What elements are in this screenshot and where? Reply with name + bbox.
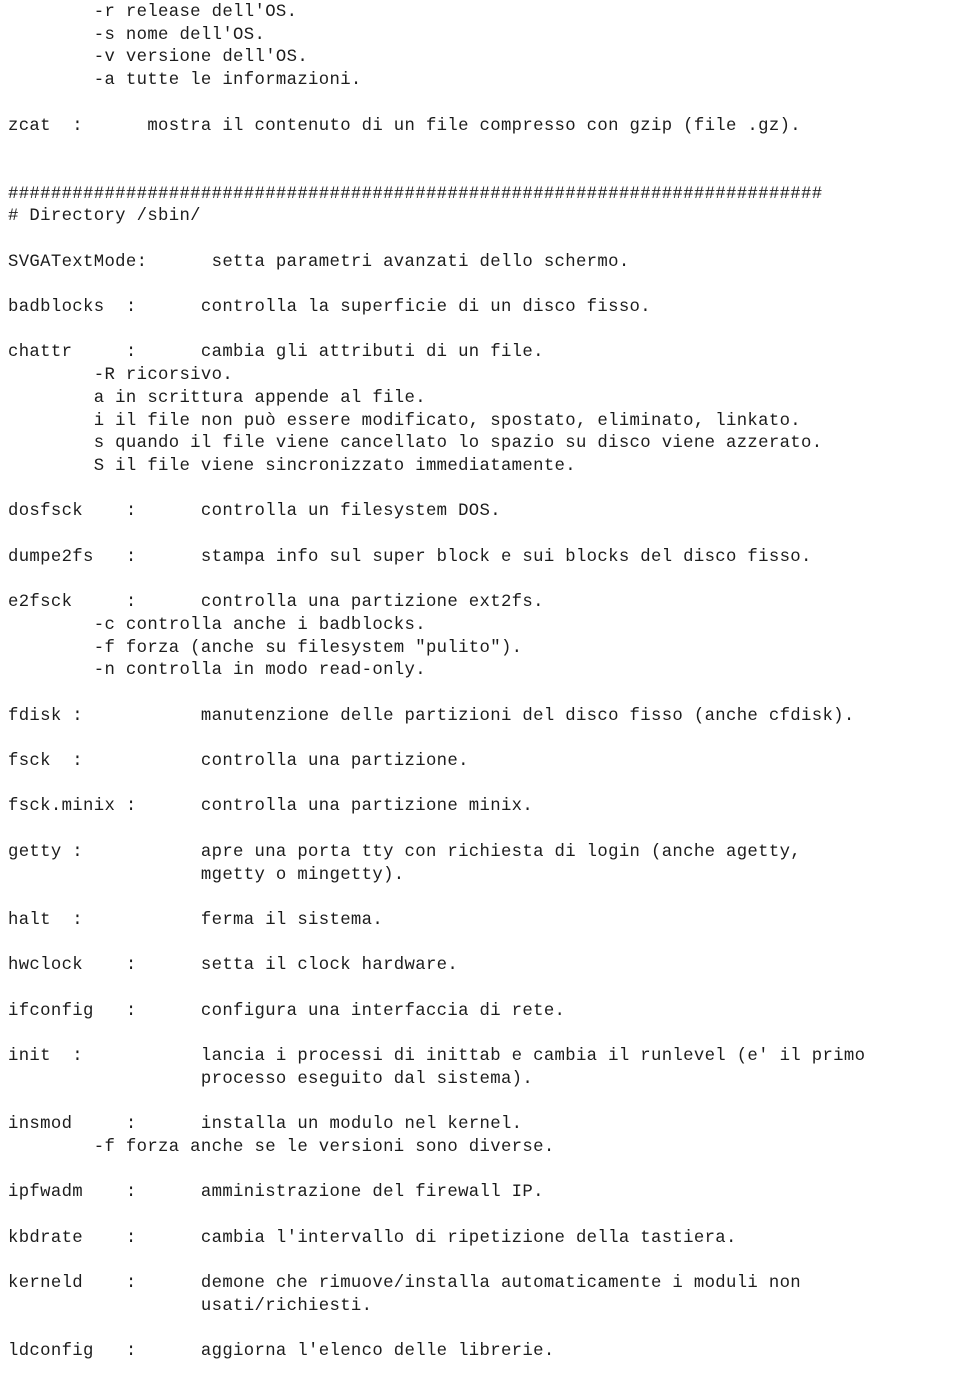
option-line: mgetty o mingetty). — [8, 865, 405, 885]
command-entry-line: insmod : installa un modulo nel kernel. — [8, 1115, 523, 1135]
command-entry-line: e2fsck : controlla una partizione ext2fs… — [8, 593, 544, 613]
command-entry-line: fdisk : manutenzione delle partizioni de… — [8, 706, 855, 726]
option-line: -s nome dell'OS. — [8, 25, 266, 45]
command-entry-line: ldconfig : aggiorna l'elenco delle libre… — [8, 1342, 555, 1362]
command-entry-line: ipfwadm : amministrazione del firewall I… — [8, 1183, 544, 1203]
command-entry-line: halt : ferma il sistema. — [8, 910, 384, 930]
option-line: -n controlla in modo read-only. — [8, 661, 426, 681]
option-line: s quando il file viene cancellato lo spa… — [8, 434, 823, 454]
command-entry-line: ifconfig : configura una interfaccia di … — [8, 1001, 566, 1021]
section-separator-rule: ########################################… — [8, 184, 823, 204]
command-entry-line: kbdrate : cambia l'intervallo di ripetiz… — [8, 1228, 737, 1248]
command-entry-line: zcat : mostra il contenuto di un file co… — [8, 116, 802, 136]
command-entry-line: kerneld : demone che rimuove/installa au… — [8, 1274, 802, 1294]
option-line: usati/richiesti. — [8, 1296, 373, 1316]
command-entry-line: dosfsck : controlla un filesystem DOS. — [8, 502, 501, 522]
option-line: a in scrittura appende al file. — [8, 388, 426, 408]
option-line: -a tutte le informazioni. — [8, 71, 362, 91]
document-page: -r release dell'OS. -s nome dell'OS. -v … — [0, 0, 960, 1364]
command-entry-line: chattr : cambia gli attributi di un file… — [8, 343, 544, 363]
command-entry-line: SVGATextMode: setta parametri avanzati d… — [8, 252, 630, 272]
option-line: -f forza (anche su filesystem "pulito"). — [8, 638, 523, 658]
option-line: S il file viene sincronizzato immediatam… — [8, 456, 576, 476]
section-heading: # Directory /sbin/ — [8, 207, 201, 227]
command-entry-line: init : lancia i processi di inittab e ca… — [8, 1047, 866, 1067]
option-line: processo eseguito dal sistema). — [8, 1069, 534, 1089]
option-line: -v versione dell'OS. — [8, 48, 309, 68]
command-entry-line: getty : apre una porta tty con richiesta… — [8, 842, 802, 862]
command-entry-line: dumpe2fs : stampa info sul super block e… — [8, 547, 812, 567]
option-line: i il file non può essere modificato, spo… — [8, 411, 802, 431]
option-line: -f forza anche se le versioni sono diver… — [8, 1137, 555, 1157]
command-entry-line: badblocks : controlla la superficie di u… — [8, 298, 651, 318]
command-entry-line: fsck.minix : controlla una partizione mi… — [8, 797, 534, 817]
option-line: -r release dell'OS. — [8, 3, 298, 22]
command-entry-line: fsck : controlla una partizione. — [8, 752, 469, 772]
option-line: -R ricorsivo. — [8, 366, 234, 386]
command-entry-line: hwclock : setta il clock hardware. — [8, 956, 459, 976]
command-listing: -r release dell'OS. -s nome dell'OS. -v … — [0, 2, 960, 1364]
option-line: -c controlla anche i badblocks. — [8, 615, 426, 635]
